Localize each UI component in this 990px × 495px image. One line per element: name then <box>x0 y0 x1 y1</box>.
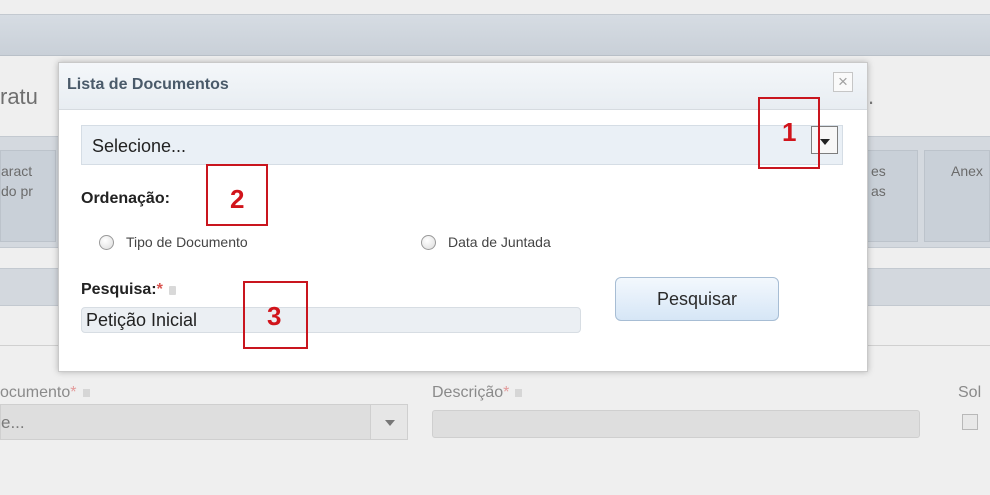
required-mark: * <box>70 384 77 401</box>
annotation-box-3: 3 <box>243 281 308 349</box>
close-icon[interactable]: × <box>833 72 853 92</box>
background-tab-line1: aract <box>1 163 33 179</box>
documento-select-value: Selecione... <box>92 136 187 156</box>
lock-icon <box>515 388 523 397</box>
label-text: Descrição <box>432 384 504 401</box>
lista-documentos-dialog: Lista de Documentos × Selecione... Orden… <box>58 62 868 372</box>
background-tipo-documento-label: ocumento* <box>0 384 90 402</box>
background-tipo-documento-select[interactable]: e... <box>0 404 408 440</box>
background-tab-caracteristicas[interactable]: aract do pr <box>0 150 56 242</box>
label-text: Pesquisa: <box>81 281 157 298</box>
pesquisa-input[interactable] <box>81 307 581 333</box>
radio-tipo-documento[interactable]: Tipo de Documento <box>99 234 248 250</box>
lock-icon <box>82 388 90 397</box>
radio-button[interactable] <box>99 234 114 250</box>
background-sol-label: Sol <box>958 384 982 401</box>
required-mark: * <box>156 281 163 298</box>
annotation-box-1: 1 <box>758 97 820 169</box>
annotation-number: 1 <box>782 117 797 147</box>
background-header-bar <box>0 14 990 56</box>
ordenacao-label: Ordenação: <box>81 190 170 207</box>
background-tab-line1: es <box>871 163 886 179</box>
documento-select[interactable]: Selecione... <box>81 125 843 165</box>
background-tab-line2: as <box>871 183 886 199</box>
select-value: e... <box>1 413 25 432</box>
annotation-number: 2 <box>230 184 245 214</box>
lock-icon <box>168 286 176 295</box>
chevron-down-icon[interactable] <box>370 405 407 439</box>
dialog-title: Lista de Documentos <box>67 76 229 93</box>
annotation-number: 3 <box>267 301 282 331</box>
background-sol-checkbox[interactable] <box>962 414 978 430</box>
radio-button[interactable] <box>421 234 436 250</box>
pesquisar-button[interactable]: Pesquisar <box>615 277 779 321</box>
background-descricao-label: Descrição* <box>432 384 523 402</box>
radio-data-juntada[interactable]: Data de Juntada <box>421 234 551 250</box>
background-tab-line2: do pr <box>1 183 33 199</box>
annotation-box-2: 2 <box>206 164 268 226</box>
background-tab-line1: Anex <box>951 163 983 179</box>
background-title-end: . <box>868 84 875 109</box>
required-mark: * <box>503 384 510 401</box>
background-tab-anexos[interactable]: Anex <box>924 150 990 242</box>
label-text: ocumento <box>0 384 71 401</box>
background-tab-partes[interactable]: es as <box>866 150 918 242</box>
background-page-title: ratu <box>0 84 38 109</box>
radio-label: Tipo de Documento <box>126 234 248 250</box>
dialog-header: Lista de Documentos × <box>59 63 867 110</box>
background-descricao-input[interactable] <box>432 410 920 438</box>
radio-label: Data de Juntada <box>448 234 551 250</box>
pesquisa-label: Pesquisa:* <box>81 281 176 299</box>
